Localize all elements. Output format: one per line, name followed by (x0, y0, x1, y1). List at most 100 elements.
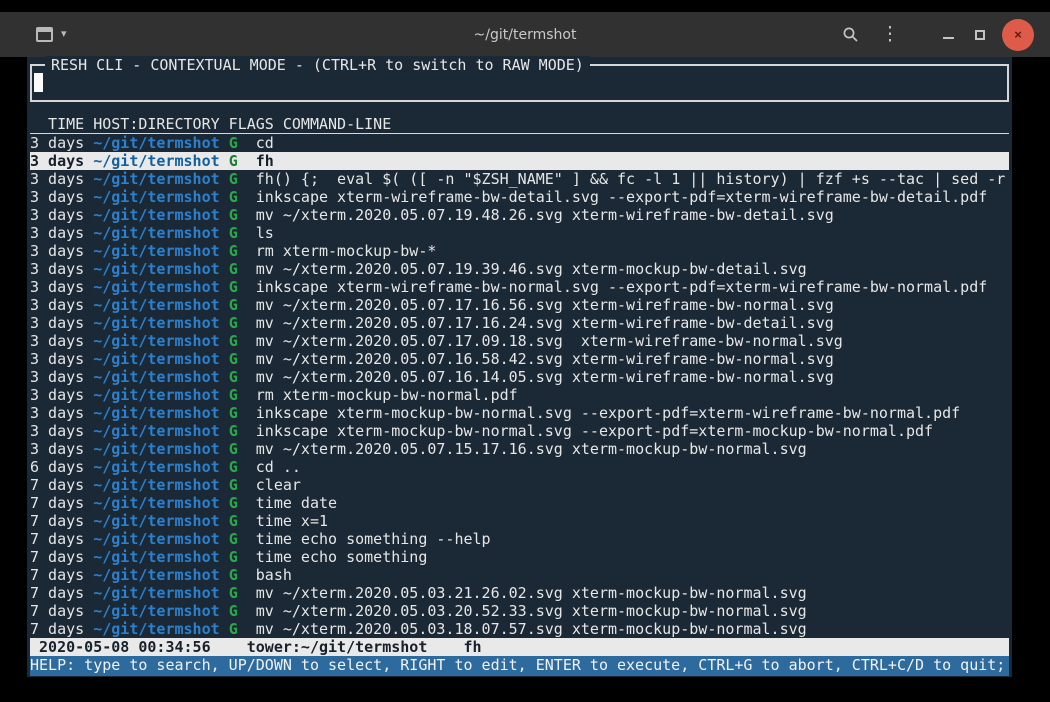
history-row[interactable]: 3 days ~/git/termshot G fh (30, 152, 1009, 170)
row-flags: G (229, 152, 238, 170)
history-row[interactable]: 7 days ~/git/termshot G mv ~/xterm.2020.… (30, 620, 1009, 638)
row-directory: ~/git/termshot (93, 512, 219, 530)
row-directory: ~/git/termshot (93, 242, 219, 260)
row-command: inkscape xterm-wireframe-bw-normal.svg -… (256, 278, 988, 296)
row-command: time x=1 (256, 512, 328, 530)
history-row[interactable]: 7 days ~/git/termshot G time echo someth… (30, 530, 1009, 548)
terminal-screen[interactable]: RESH CLI - CONTEXTUAL MODE - (CTRL+R to … (27, 57, 1012, 677)
row-time: 3 days (30, 368, 84, 386)
history-row[interactable]: 7 days ~/git/termshot G mv ~/xterm.2020.… (30, 602, 1009, 620)
row-time: 3 days (30, 206, 84, 224)
row-command: mv ~/xterm.2020.05.03.18.07.57.svg xterm… (256, 620, 807, 638)
row-time: 3 days (30, 260, 84, 278)
row-command: cd .. (256, 458, 301, 476)
row-command: mv ~/xterm.2020.05.07.15.17.16.svg xterm… (256, 440, 807, 458)
history-row[interactable]: 3 days ~/git/termshot G rm xterm-mockup-… (30, 242, 1009, 260)
text-cursor (34, 73, 43, 92)
row-directory: ~/git/termshot (93, 584, 219, 602)
history-row[interactable]: 3 days ~/git/termshot G mv ~/xterm.2020.… (30, 440, 1009, 458)
menu-button[interactable]: ⋮ (874, 19, 906, 51)
status-bar: 2020-05-08 00:34:56 tower:~/git/termshot… (30, 638, 1009, 656)
row-time: 3 days (30, 242, 84, 260)
row-time: 7 days (30, 494, 84, 512)
row-flags: G (229, 260, 238, 278)
row-command: mv ~/xterm.2020.05.03.20.52.33.svg xterm… (256, 602, 807, 620)
search-button[interactable] (834, 19, 866, 51)
row-directory: ~/git/termshot (93, 350, 219, 368)
row-directory: ~/git/termshot (93, 458, 219, 476)
history-row[interactable]: 3 days ~/git/termshot G inkscape xterm-w… (30, 278, 1009, 296)
row-directory: ~/git/termshot (93, 620, 219, 638)
history-row[interactable]: 3 days ~/git/termshot G cd (30, 134, 1009, 152)
row-directory: ~/git/termshot (93, 152, 219, 170)
history-row[interactable]: 7 days ~/git/termshot G time echo someth… (30, 548, 1009, 566)
history-row[interactable]: 3 days ~/git/termshot G mv ~/xterm.2020.… (30, 332, 1009, 350)
row-flags: G (229, 620, 238, 638)
row-directory: ~/git/termshot (93, 188, 219, 206)
history-row[interactable]: 7 days ~/git/termshot G time date (30, 494, 1009, 512)
row-time: 3 days (30, 332, 84, 350)
close-icon: × (1014, 28, 1022, 41)
row-flags: G (229, 314, 238, 332)
history-row[interactable]: 7 days ~/git/termshot G time x=1 (30, 512, 1009, 530)
row-flags: G (229, 206, 238, 224)
row-flags: G (229, 296, 238, 314)
history-row[interactable]: 3 days ~/git/termshot G ls (30, 224, 1009, 242)
history-row[interactable]: 3 days ~/git/termshot G mv ~/xterm.2020.… (30, 314, 1009, 332)
status-time: 2020-05-08 00:34:56 (39, 638, 211, 656)
close-button[interactable]: × (1002, 19, 1034, 51)
row-time: 3 days (30, 440, 84, 458)
row-flags: G (229, 134, 238, 152)
restore-button[interactable] (964, 19, 996, 51)
history-row[interactable]: 7 days ~/git/termshot G clear (30, 476, 1009, 494)
titlebar: ▾ ~/git/termshot ⋮ × (0, 12, 1050, 57)
row-time: 7 days (30, 530, 84, 548)
row-time: 3 days (30, 386, 84, 404)
search-box-title: RESH CLI - CONTEXTUAL MODE - (CTRL+R to … (45, 56, 590, 75)
history-row[interactable]: 6 days ~/git/termshot G cd .. (30, 458, 1009, 476)
history-row[interactable]: 3 days ~/git/termshot G rm xterm-mockup-… (30, 386, 1009, 404)
row-flags: G (229, 404, 238, 422)
row-flags: G (229, 350, 238, 368)
row-time: 3 days (30, 350, 84, 368)
minimize-button[interactable] (932, 19, 964, 51)
row-flags: G (229, 386, 238, 404)
terminal-window: ▾ ~/git/termshot ⋮ × RESH CLI - CONTEXTU… (0, 0, 1050, 702)
row-time: 6 days (30, 458, 84, 476)
row-directory: ~/git/termshot (93, 170, 219, 188)
row-time: 7 days (30, 548, 84, 566)
history-row[interactable]: 7 days ~/git/termshot G mv ~/xterm.2020.… (30, 584, 1009, 602)
row-directory: ~/git/termshot (93, 422, 219, 440)
history-row[interactable]: 3 days ~/git/termshot G mv ~/xterm.2020.… (30, 296, 1009, 314)
row-time: 7 days (30, 620, 84, 638)
row-command: mv ~/xterm.2020.05.07.19.48.26.svg xterm… (256, 206, 834, 224)
history-row[interactable]: 7 days ~/git/termshot G bash (30, 566, 1009, 584)
row-command: clear (256, 476, 301, 494)
history-row[interactable]: 3 days ~/git/termshot G fh() {; eval $( … (30, 170, 1009, 188)
row-directory: ~/git/termshot (93, 476, 219, 494)
help-bar: HELP: type to search, UP/DOWN to select,… (30, 656, 1009, 676)
row-command: mv ~/xterm.2020.05.07.17.16.24.svg xterm… (256, 314, 834, 332)
search-box[interactable]: RESH CLI - CONTEXTUAL MODE - (CTRL+R to … (30, 64, 1009, 102)
history-row[interactable]: 3 days ~/git/termshot G mv ~/xterm.2020.… (30, 368, 1009, 386)
history-row[interactable]: 3 days ~/git/termshot G mv ~/xterm.2020.… (30, 260, 1009, 278)
history-list: 3 days ~/git/termshot G cd3 days ~/git/t… (30, 134, 1009, 638)
history-row[interactable]: 3 days ~/git/termshot G mv ~/xterm.2020.… (30, 206, 1009, 224)
row-directory: ~/git/termshot (93, 440, 219, 458)
history-row[interactable]: 3 days ~/git/termshot G inkscape xterm-w… (30, 188, 1009, 206)
row-flags: G (229, 494, 238, 512)
row-directory: ~/git/termshot (93, 530, 219, 548)
row-directory: ~/git/termshot (93, 494, 219, 512)
row-time: 3 days (30, 170, 84, 188)
history-row[interactable]: 3 days ~/git/termshot G inkscape xterm-m… (30, 422, 1009, 440)
history-row[interactable]: 3 days ~/git/termshot G mv ~/xterm.2020.… (30, 350, 1009, 368)
row-command: rm xterm-mockup-bw-normal.pdf (256, 386, 518, 404)
row-time: 3 days (30, 134, 84, 152)
history-row[interactable]: 3 days ~/git/termshot G inkscape xterm-m… (30, 404, 1009, 422)
row-flags: G (229, 224, 238, 242)
row-command: mv ~/xterm.2020.05.07.16.58.42.svg xterm… (256, 350, 834, 368)
row-time: 7 days (30, 566, 84, 584)
row-directory: ~/git/termshot (93, 368, 219, 386)
restore-icon (975, 30, 985, 40)
row-flags: G (229, 512, 238, 530)
